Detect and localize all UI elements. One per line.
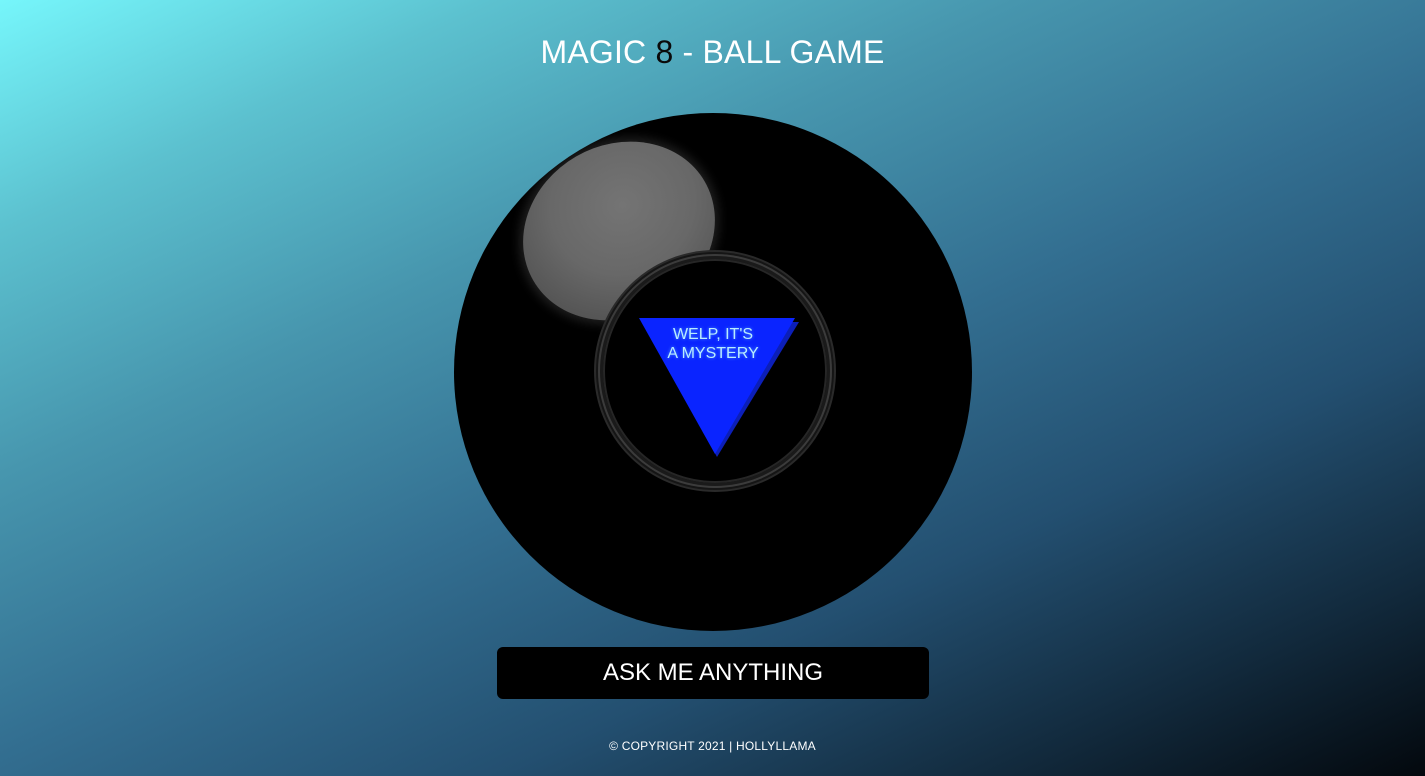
magic-eight-ball[interactable]: WELP, IT'S A MYSTERY bbox=[454, 113, 972, 631]
answer-line-1: WELP, IT'S bbox=[672, 326, 754, 343]
title-eight: 8 bbox=[655, 34, 674, 70]
ask-button[interactable]: ASK ME ANYTHING bbox=[497, 647, 929, 699]
footer-copyright: © COPYRIGHT 2021 | HOLLYLLAMA bbox=[609, 739, 816, 753]
title-prefix: MAGIC bbox=[540, 34, 656, 70]
title-suffix: - BALL GAME bbox=[673, 34, 885, 70]
page-title: MAGIC 8 - BALL GAME bbox=[0, 30, 1425, 74]
answer-text: WELP, IT'S A MYSTERY bbox=[653, 325, 773, 363]
answer-line-2: A MYSTERY bbox=[667, 345, 759, 362]
